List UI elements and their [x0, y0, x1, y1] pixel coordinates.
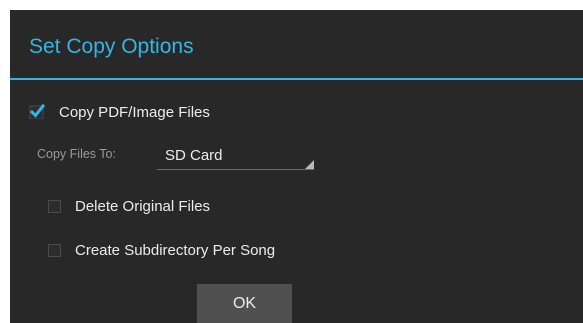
- ok-button[interactable]: OK: [197, 284, 292, 323]
- check-icon: [29, 103, 45, 119]
- copy-files-checkbox[interactable]: [29, 103, 45, 119]
- copy-destination-spinner[interactable]: SD Card: [157, 138, 314, 170]
- copy-options-dialog: Set Copy Options Copy PDF/Image Files Co…: [10, 10, 583, 323]
- copy-files-label: Copy PDF/Image Files: [59, 103, 210, 121]
- create-subdirectory-label: Create Subdirectory Per Song: [75, 241, 276, 259]
- copy-destination-value: SD Card: [165, 147, 223, 164]
- copy-files-option[interactable]: Copy PDF/Image Files: [29, 100, 210, 124]
- spinner-underline: [157, 169, 314, 170]
- dialog-title: Set Copy Options: [29, 35, 194, 58]
- copy-to-label: Copy Files To:: [37, 147, 116, 161]
- create-subdirectory-option[interactable]: Create Subdirectory Per Song: [48, 238, 275, 262]
- delete-original-checkbox[interactable]: [48, 199, 61, 213]
- delete-original-option[interactable]: Delete Original Files: [48, 194, 210, 218]
- dialog-title-bar: Set Copy Options: [10, 10, 583, 78]
- title-divider: [10, 78, 583, 80]
- dropdown-triangle-icon: [305, 160, 314, 169]
- create-subdirectory-checkbox[interactable]: [48, 243, 61, 257]
- delete-original-label: Delete Original Files: [75, 197, 211, 215]
